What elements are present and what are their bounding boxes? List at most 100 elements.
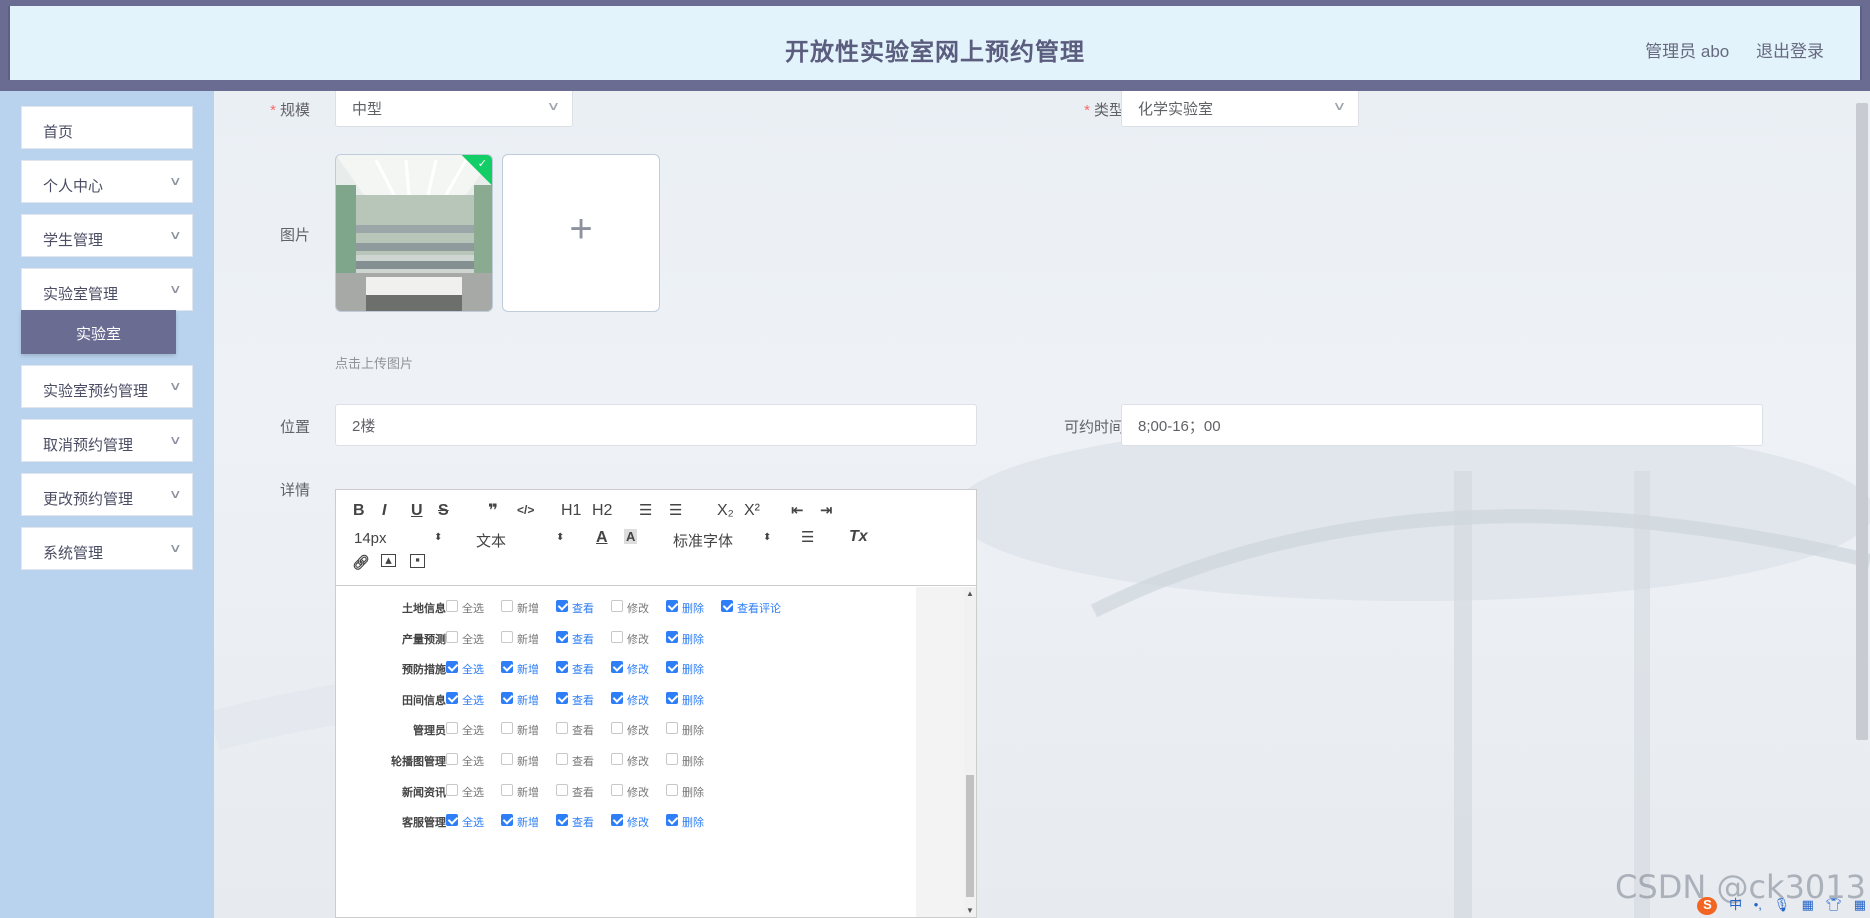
- permission-checkbox[interactable]: [446, 661, 458, 674]
- sidebar-item-change-booking-management[interactable]: 更改预约管理 ∨: [21, 473, 193, 516]
- permission-checkbox[interactable]: [501, 722, 513, 735]
- ime-language[interactable]: 中: [1729, 897, 1742, 912]
- permission-checkbox[interactable]: [666, 630, 678, 643]
- permission-checkbox-label[interactable]: 删除: [682, 631, 704, 647]
- permission-checkbox[interactable]: [611, 753, 623, 765]
- outdent-icon[interactable]: ⇤: [791, 501, 804, 519]
- page-scrollbar-thumb[interactable]: [1856, 103, 1868, 740]
- heading-1-button[interactable]: H1: [561, 502, 581, 520]
- permission-checkbox-label[interactable]: 全选: [462, 722, 484, 738]
- font-size-select[interactable]: 14px ⬍: [354, 530, 444, 547]
- ordered-list-icon[interactable]: ☰: [639, 501, 652, 519]
- sidebar-item-cancel-booking-management[interactable]: 取消预约管理 ∨: [21, 419, 193, 462]
- permission-checkbox-label[interactable]: 新增: [517, 600, 539, 616]
- location-input[interactable]: 2楼: [335, 404, 977, 446]
- video-icon[interactable]: ▪: [410, 553, 425, 568]
- sidebar-item-system-management[interactable]: 系统管理 ∨: [21, 527, 193, 570]
- permission-checkbox[interactable]: [556, 722, 568, 735]
- permission-checkbox[interactable]: [556, 661, 568, 674]
- code-block-button[interactable]: </>: [517, 503, 534, 517]
- permission-checkbox-label[interactable]: 新增: [517, 784, 539, 800]
- permission-checkbox[interactable]: [611, 661, 623, 674]
- permission-checkbox-label[interactable]: 修改: [627, 784, 649, 800]
- permission-checkbox[interactable]: [446, 783, 458, 796]
- permission-checkbox[interactable]: [666, 722, 678, 735]
- permission-checkbox-label[interactable]: 查看: [572, 722, 594, 738]
- superscript-button[interactable]: X²: [744, 502, 760, 520]
- available-time-input[interactable]: 8;00-16；00: [1121, 404, 1763, 446]
- editor-content-area[interactable]: 土地信息 全选 新增 查看 修改 删除 查看评论 产量预测 全选 新增 查看 修改 删除 预防措施 全选 新增…: [336, 587, 976, 917]
- subscript-button[interactable]: X₂: [717, 502, 734, 520]
- underline-button[interactable]: U: [411, 502, 423, 520]
- permission-checkbox[interactable]: [611, 600, 623, 612]
- permission-checkbox-label[interactable]: 查看: [572, 631, 594, 647]
- permission-checkbox-label[interactable]: 新增: [517, 753, 539, 769]
- background-color-button[interactable]: A: [624, 529, 638, 544]
- sidebar-item-home[interactable]: 首页: [21, 106, 193, 149]
- align-icon[interactable]: ☰: [801, 528, 814, 546]
- permission-checkbox-label[interactable]: 新增: [517, 814, 539, 830]
- permission-checkbox[interactable]: [666, 691, 678, 704]
- permission-checkbox[interactable]: [501, 783, 513, 796]
- permission-checkbox[interactable]: [721, 600, 733, 612]
- permission-checkbox-label[interactable]: 查看评论: [737, 600, 781, 616]
- permission-checkbox-label[interactable]: 查看: [572, 692, 594, 708]
- permission-checkbox-label[interactable]: 查看: [572, 814, 594, 830]
- scroll-up-icon[interactable]: ▲: [966, 589, 974, 598]
- permission-checkbox[interactable]: [611, 722, 623, 735]
- sidebar-item-lab-management[interactable]: 实验室管理 ∨: [21, 268, 193, 311]
- permission-checkbox-label[interactable]: 修改: [627, 631, 649, 647]
- permission-checkbox-label[interactable]: 全选: [462, 753, 484, 769]
- permission-checkbox-label[interactable]: 修改: [627, 661, 649, 677]
- permission-checkbox-label[interactable]: 新增: [517, 661, 539, 677]
- sidebar-item-lab-booking-management[interactable]: 实验室预约管理 ∨: [21, 365, 193, 408]
- permission-checkbox[interactable]: [501, 600, 513, 612]
- permission-checkbox-label[interactable]: 修改: [627, 753, 649, 769]
- clear-format-button[interactable]: Tx: [849, 528, 868, 546]
- permission-checkbox[interactable]: [501, 753, 513, 765]
- heading-2-button[interactable]: H2: [592, 502, 612, 520]
- permission-checkbox[interactable]: [501, 814, 513, 827]
- strikethrough-button[interactable]: S: [438, 502, 449, 520]
- permission-checkbox-label[interactable]: 新增: [517, 692, 539, 708]
- bold-button[interactable]: B: [353, 502, 365, 520]
- permission-checkbox[interactable]: [556, 691, 568, 704]
- permission-checkbox-label[interactable]: 全选: [462, 600, 484, 616]
- permission-checkbox[interactable]: [666, 783, 678, 796]
- permission-checkbox[interactable]: [556, 600, 568, 612]
- editor-scroll-thumb[interactable]: [966, 775, 974, 897]
- permission-checkbox[interactable]: [556, 630, 568, 643]
- link-icon[interactable]: 🔗︎: [352, 554, 370, 571]
- permission-checkbox[interactable]: [446, 722, 458, 735]
- font-family-select[interactable]: 标准字体 ⬍: [673, 530, 773, 551]
- permission-checkbox-label[interactable]: 新增: [517, 722, 539, 738]
- text-type-select[interactable]: 文本 ⬍: [476, 530, 572, 551]
- permission-checkbox[interactable]: [611, 691, 623, 704]
- permission-checkbox-label[interactable]: 删除: [682, 722, 704, 738]
- indent-icon[interactable]: ⇥: [820, 501, 833, 519]
- ime-punctuation-icon[interactable]: •,: [1754, 897, 1762, 912]
- grid-menu-icon[interactable]: ▦: [1854, 897, 1866, 912]
- bullet-list-icon[interactable]: ☰: [669, 501, 682, 519]
- permission-checkbox[interactable]: [446, 600, 458, 612]
- permission-checkbox[interactable]: [446, 691, 458, 704]
- type-select[interactable]: 化学实验室 ∨: [1121, 91, 1359, 127]
- permission-checkbox[interactable]: [556, 814, 568, 827]
- permission-checkbox-label[interactable]: 删除: [682, 692, 704, 708]
- permission-checkbox-label[interactable]: 删除: [682, 784, 704, 800]
- permission-checkbox[interactable]: [611, 783, 623, 796]
- permission-checkbox-label[interactable]: 删除: [682, 600, 704, 616]
- permission-checkbox-label[interactable]: 修改: [627, 814, 649, 830]
- permission-checkbox[interactable]: [666, 753, 678, 765]
- italic-button[interactable]: I: [382, 502, 386, 520]
- permission-checkbox-label[interactable]: 全选: [462, 814, 484, 830]
- uploaded-image-thumbnail[interactable]: ✓: [335, 154, 493, 312]
- keyboard-icon[interactable]: ▦: [1802, 897, 1814, 912]
- upload-image-button[interactable]: +: [502, 154, 660, 312]
- permission-checkbox-label[interactable]: 查看: [572, 753, 594, 769]
- sidebar-item-student-management[interactable]: 学生管理 ∨: [21, 214, 193, 257]
- permission-checkbox-label[interactable]: 新增: [517, 631, 539, 647]
- permission-checkbox[interactable]: [446, 814, 458, 827]
- permission-checkbox-label[interactable]: 全选: [462, 692, 484, 708]
- permission-checkbox-label[interactable]: 全选: [462, 661, 484, 677]
